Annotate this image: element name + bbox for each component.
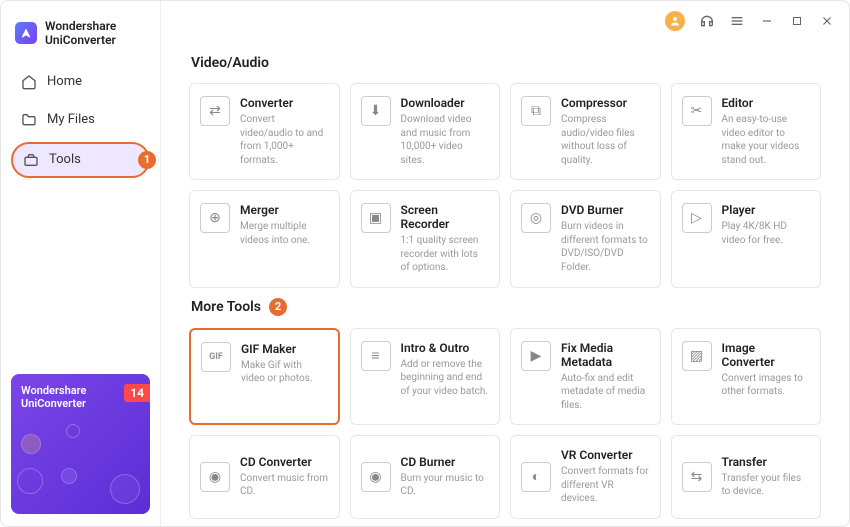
card-desc: Make Gif with video or photos.: [241, 359, 328, 386]
sidebar: Wondershare UniConverter Home My Files T…: [1, 1, 161, 526]
converter-icon: ⇄: [200, 96, 230, 126]
card-title: VR Converter: [561, 448, 650, 462]
card-title: Screen Recorder: [401, 203, 490, 231]
card-desc: Convert images to other formats.: [722, 372, 811, 399]
card-title: GIF Maker: [241, 342, 328, 356]
sidebar-item-myfiles[interactable]: My Files: [11, 104, 150, 136]
grid-video-audio: ⇄ Converter Convert video/audio to and f…: [189, 83, 821, 288]
section-title-more-tools: More Tools 2: [191, 298, 821, 316]
card-title: Image Converter: [722, 341, 811, 369]
card-title: Compressor: [561, 96, 650, 110]
tool-card-compressor[interactable]: ⧉ Compressor Compress audio/video files …: [510, 83, 661, 180]
card-desc: Add or remove the beginning and end of y…: [401, 358, 490, 399]
transfer-icon: ⇆: [682, 462, 712, 492]
image-icon: ▨: [682, 341, 712, 371]
content-scroll[interactable]: Video/Audio ⇄ Converter Convert video/au…: [161, 41, 849, 526]
card-desc: Burn your music to CD.: [401, 472, 490, 499]
screen-icon: ▣: [361, 203, 391, 233]
toolbox-icon: [23, 152, 39, 168]
brand: Wondershare UniConverter: [11, 13, 150, 66]
card-desc: 1:1 quality screen recorder with lots of…: [401, 234, 490, 275]
metadata-icon: ▶: [521, 341, 551, 371]
cd-burn-icon: ◉: [361, 462, 391, 492]
card-desc: Auto-fix and edit metadate of media file…: [561, 372, 650, 413]
close-icon[interactable]: [819, 13, 835, 29]
tool-card-downloader[interactable]: ⬇ Downloader Download video and music fr…: [350, 83, 501, 180]
tool-card-screen-recorder[interactable]: ▣ Screen Recorder 1:1 quality screen rec…: [350, 190, 501, 288]
play-icon: ▷: [682, 203, 712, 233]
sidebar-item-home[interactable]: Home: [11, 66, 150, 98]
tool-card-fix-metadata[interactable]: ▶ Fix Media Metadata Auto-fix and edit m…: [510, 328, 661, 426]
tool-card-merger[interactable]: ⊕ Merger Merge multiple videos into one.: [189, 190, 340, 288]
gif-icon: GIF: [201, 342, 231, 372]
annotation-badge-2: 2: [269, 298, 287, 316]
promo-card[interactable]: Wondershare UniConverter 14: [11, 374, 150, 514]
brand-logo-icon: [15, 22, 37, 44]
card-title: Intro & Outro: [401, 341, 490, 355]
tool-card-editor[interactable]: ✂ Editor An easy-to-use video editor to …: [671, 83, 822, 180]
tool-card-gif-maker[interactable]: GIF GIF Maker Make Gif with video or pho…: [189, 328, 340, 426]
card-desc: Merge multiple videos into one.: [240, 220, 329, 247]
card-desc: Download video and music from 10,000+ vi…: [401, 113, 490, 167]
folder-icon: [21, 112, 37, 128]
sidebar-item-label: My Files: [47, 112, 95, 127]
card-desc: Compress audio/video files without loss …: [561, 113, 650, 167]
card-desc: An easy-to-use video editor to make your…: [722, 113, 811, 167]
card-desc: Convert music from CD.: [240, 472, 329, 499]
tool-card-vr-converter[interactable]: ◐ VR Converter Convert formats for diffe…: [510, 435, 661, 519]
card-title: CD Burner: [401, 455, 490, 469]
card-title: Fix Media Metadata: [561, 341, 650, 369]
cd-icon: ◉: [200, 462, 230, 492]
vr-icon: ◐: [521, 462, 551, 492]
tool-card-cd-converter[interactable]: ◉ CD Converter Convert music from CD.: [189, 435, 340, 519]
headset-icon[interactable]: [699, 13, 715, 29]
avatar[interactable]: [665, 11, 685, 31]
card-desc: Convert formats for different VR devices…: [561, 465, 650, 506]
card-title: Editor: [722, 96, 811, 110]
tool-card-converter[interactable]: ⇄ Converter Convert video/audio to and f…: [189, 83, 340, 180]
sidebar-item-label: Home: [47, 74, 82, 89]
sidebar-item-tools[interactable]: Tools 1: [11, 142, 150, 178]
main-area: Video/Audio ⇄ Converter Convert video/au…: [161, 1, 849, 526]
tool-card-intro-outro[interactable]: ≡ Intro & Outro Add or remove the beginn…: [350, 328, 501, 426]
card-title: Player: [722, 203, 811, 217]
card-title: Transfer: [722, 455, 811, 469]
card-desc: Play 4K/8K HD video for free.: [722, 220, 811, 247]
card-title: CD Converter: [240, 455, 329, 469]
disc-icon: ◎: [521, 203, 551, 233]
card-title: Merger: [240, 203, 329, 217]
minimize-icon[interactable]: [759, 13, 775, 29]
home-icon: [21, 74, 37, 90]
card-desc: Convert video/audio to and from 1,000+ f…: [240, 113, 329, 167]
merge-icon: ⊕: [200, 203, 230, 233]
compress-icon: ⧉: [521, 96, 551, 126]
card-title: DVD Burner: [561, 203, 650, 217]
tool-card-image-converter[interactable]: ▨ Image Converter Convert images to othe…: [671, 328, 822, 426]
tool-card-transfer[interactable]: ⇆ Transfer Transfer your files to device…: [671, 435, 822, 519]
tool-card-player[interactable]: ▷ Player Play 4K/8K HD video for free.: [671, 190, 822, 288]
tool-card-dvd-burner[interactable]: ◎ DVD Burner Burn videos in different fo…: [510, 190, 661, 288]
card-desc: Transfer your files to device.: [722, 472, 811, 499]
download-icon: ⬇: [361, 96, 391, 126]
card-title: Converter: [240, 96, 329, 110]
scissors-icon: ✂: [682, 96, 712, 126]
card-title: Downloader: [401, 96, 490, 110]
section-title-video-audio: Video/Audio: [191, 55, 821, 71]
sidebar-item-label: Tools: [49, 152, 81, 167]
card-desc: Burn videos in different formats to DVD/…: [561, 220, 650, 274]
tool-card-cd-burner[interactable]: ◉ CD Burner Burn your music to CD.: [350, 435, 501, 519]
titlebar: [161, 1, 849, 41]
promo-decoration: [11, 374, 150, 514]
annotation-badge-1: 1: [138, 151, 156, 169]
maximize-icon[interactable]: [789, 13, 805, 29]
intro-icon: ≡: [361, 341, 391, 371]
brand-text: Wondershare UniConverter: [45, 19, 116, 48]
menu-icon[interactable]: [729, 13, 745, 29]
grid-more-tools: GIF GIF Maker Make Gif with video or pho…: [189, 328, 821, 519]
